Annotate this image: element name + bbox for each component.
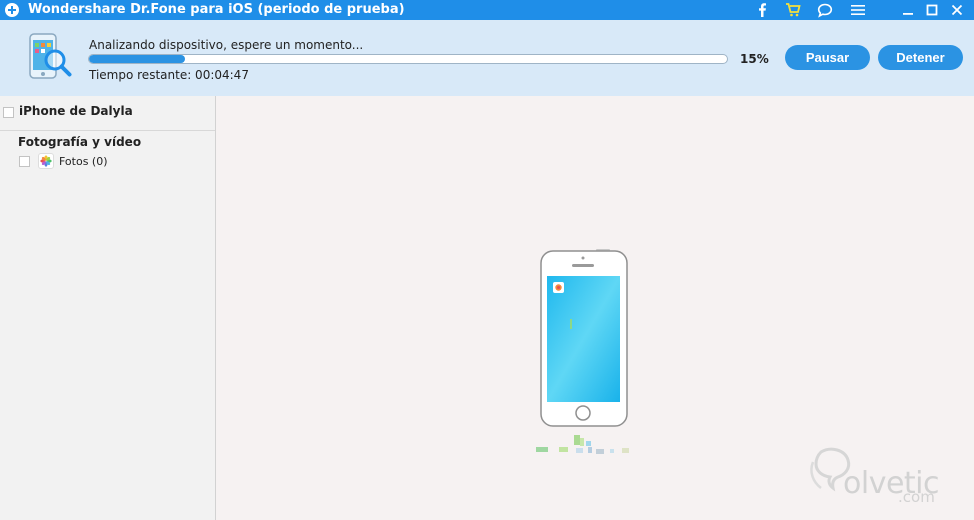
stop-button[interactable]: Detener [878, 45, 963, 70]
close-button[interactable] [945, 0, 969, 20]
photos-checkbox[interactable] [19, 156, 30, 167]
maximize-icon [926, 4, 938, 16]
minimize-button[interactable] [896, 0, 920, 20]
feedback-icon [817, 3, 833, 18]
sidebar-item-photos[interactable]: Fotos (0) [0, 152, 215, 172]
close-icon [951, 4, 963, 16]
facebook-button[interactable] [750, 0, 774, 20]
minimize-icon [903, 13, 913, 15]
data-transfer-animation [536, 435, 629, 454]
time-remaining-text: Tiempo restante: 00:04:47 [89, 68, 249, 82]
cart-button[interactable] [781, 0, 805, 20]
iphone-illustration [540, 249, 628, 427]
device-checkbox[interactable] [3, 107, 14, 118]
device-row[interactable]: iPhone de Dalyla [0, 96, 215, 131]
photos-icon [38, 153, 54, 169]
maximize-button[interactable] [920, 0, 944, 20]
scan-progress-fill [89, 55, 185, 63]
device-name: iPhone de Dalyla [19, 104, 133, 118]
menu-button[interactable] [846, 0, 870, 20]
section-title: Fotografía y vídeo [18, 135, 142, 149]
sidebar-item-label: Fotos (0) [59, 155, 108, 168]
window-title: Wondershare Dr.Fone para iOS (periodo de… [28, 2, 405, 17]
menu-icon [851, 5, 865, 15]
app-logo-icon [5, 3, 19, 17]
facebook-icon [759, 3, 766, 17]
title-bar: Wondershare Dr.Fone para iOS (periodo de… [0, 0, 974, 20]
cart-icon [786, 3, 801, 17]
watermark-suffix: .com [898, 488, 935, 506]
pause-button[interactable]: Pausar [785, 45, 870, 70]
feedback-button[interactable] [813, 0, 837, 20]
sidebar: iPhone de Dalyla Fotografía y vídeo Foto… [0, 96, 216, 520]
scan-progress-bar [88, 54, 728, 64]
scan-status-text: Analizando dispositivo, espere un moment… [89, 38, 364, 52]
device-scan-icon [29, 33, 72, 79]
progress-percent: 15% [740, 52, 769, 66]
scan-progress-panel: Analizando dispositivo, espere un moment… [0, 20, 974, 96]
